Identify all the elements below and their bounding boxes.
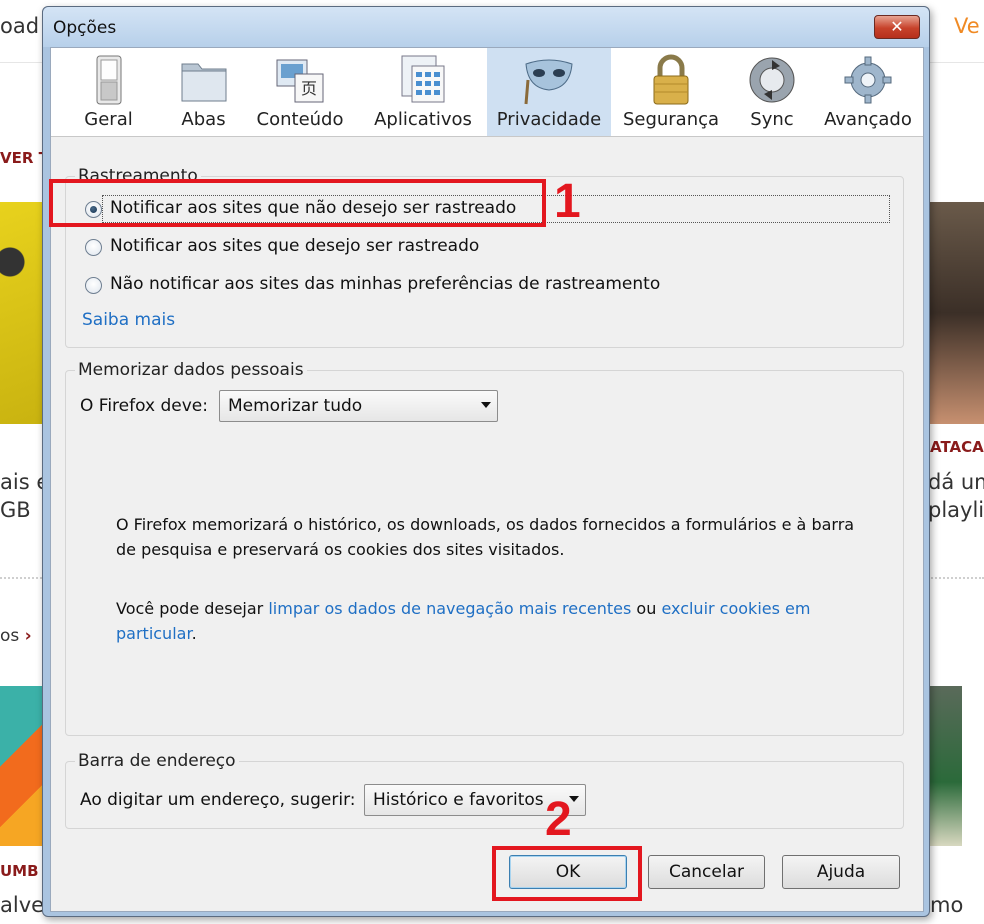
help-button[interactable]: Ajuda (782, 855, 900, 889)
background-thumbnail[interactable] (928, 202, 984, 424)
history-group: Memorizar dados pessoais O Firefox deve:… (65, 360, 904, 736)
history-mode-value: Memorizar tudo (228, 396, 363, 416)
clear-recent-history-link[interactable]: limpar os dados de navegação mais recent… (268, 599, 631, 618)
advice-text: ou (631, 599, 662, 618)
close-icon: ✕ (890, 17, 904, 36)
background-divider (0, 577, 42, 579)
switch-icon (96, 55, 121, 105)
pane-label: Aplicativos (374, 109, 472, 130)
annotation-box-1 (49, 179, 546, 227)
annotation-number-1: 1 (554, 175, 581, 228)
pane-privacidade[interactable]: Privacidade (487, 48, 611, 136)
pane-label: Segurança (622, 109, 720, 130)
padlock-icon (653, 54, 689, 105)
background-header-text: oad (0, 14, 40, 38)
chevron-right-icon: › (24, 626, 32, 646)
background-thumbnail[interactable] (0, 202, 42, 424)
background-article-text: GB (0, 498, 31, 522)
pane-label: Sync (750, 109, 794, 130)
pane-label: Abas (181, 109, 226, 130)
pane-label: Avançado (824, 109, 912, 130)
suggest-label: Ao digitar um endereço, sugerir: (80, 790, 356, 810)
pane-conteudo[interactable]: 页 Conteúdo (241, 48, 359, 136)
pane-geral[interactable]: Geral (51, 48, 166, 136)
dialog-client-area: Geral Abas 页 Conteúdo Aplicativos Privac… (50, 47, 924, 912)
sync-icon (749, 57, 795, 103)
radio-label: Não notificar aos sites das minhas prefe… (110, 274, 661, 294)
pane-sync[interactable]: Sync (731, 48, 813, 136)
background-divider (928, 577, 984, 579)
background-article-text: alve (0, 893, 45, 917)
location-bar-group: Barra de endereço Ao digitar um endereço… (65, 751, 904, 829)
options-dialog: Opções ✕ Geral Abas 页 Conteúdo Aplicativ… (42, 6, 930, 917)
history-description: O Firefox memorizará o histórico, os dow… (116, 515, 855, 559)
radio-label: Notificar aos sites que desejo ser rastr… (110, 236, 480, 256)
content-icon: 页 (276, 59, 324, 103)
pane-seguranca[interactable]: Segurança (611, 48, 731, 136)
annotation-box-2 (492, 846, 642, 901)
background-thumbnail[interactable] (0, 686, 42, 846)
tracking-option-track[interactable]: Notificar aos sites que desejo ser rastr… (85, 234, 885, 262)
close-button[interactable]: ✕ (874, 15, 920, 39)
gear-icon (844, 56, 892, 104)
radio-button[interactable] (85, 239, 102, 256)
learn-more-link[interactable]: Saiba mais (82, 310, 175, 330)
pane-aplicativos[interactable]: Aplicativos (359, 48, 487, 136)
history-mode-label: O Firefox deve: (80, 396, 208, 416)
applications-icon (401, 55, 445, 103)
folder-tabs-icon (181, 63, 226, 102)
tracking-option-no-preference[interactable]: Não notificar aos sites das minhas prefe… (85, 272, 885, 300)
cancel-button[interactable]: Cancelar (648, 855, 765, 889)
radio-button[interactable] (85, 277, 102, 294)
history-advice: Você pode desejar limpar os dados de nav… (116, 596, 856, 646)
background-article-text: playlis (928, 498, 984, 522)
pane-label: Conteúdo (256, 109, 344, 130)
pane-label: Geral (84, 109, 133, 130)
advice-text: Você pode desejar (116, 599, 269, 618)
svg-text:页: 页 (301, 79, 317, 98)
annotation-number-2: 2 (545, 793, 572, 846)
advice-text: . (191, 624, 197, 643)
mask-icon (524, 59, 573, 105)
history-group-title: Memorizar dados pessoais (75, 360, 307, 380)
chevron-down-icon (481, 402, 491, 408)
pane-abas[interactable]: Abas (166, 48, 241, 136)
background-headline: ATACA (930, 438, 984, 456)
dialog-titlebar[interactable]: Opções ✕ (43, 7, 929, 47)
history-mode-select[interactable]: Memorizar tudo (219, 390, 498, 422)
background-article-text: mo (930, 893, 964, 917)
preferences-pane-toolbar: Geral Abas 页 Conteúdo Aplicativos Privac… (51, 48, 923, 137)
pane-label: Privacidade (496, 109, 602, 130)
location-bar-group-title: Barra de endereço (75, 751, 239, 771)
suggest-value: Histórico e favoritos (373, 790, 544, 810)
background-article-text: dá um (928, 470, 984, 494)
dialog-title: Opções (53, 18, 117, 38)
pane-avancado[interactable]: Avançado (813, 48, 923, 136)
background-link[interactable]: os › (0, 626, 32, 646)
background-header-link[interactable]: Ve (954, 14, 980, 38)
background-thumbnail[interactable] (928, 686, 962, 846)
